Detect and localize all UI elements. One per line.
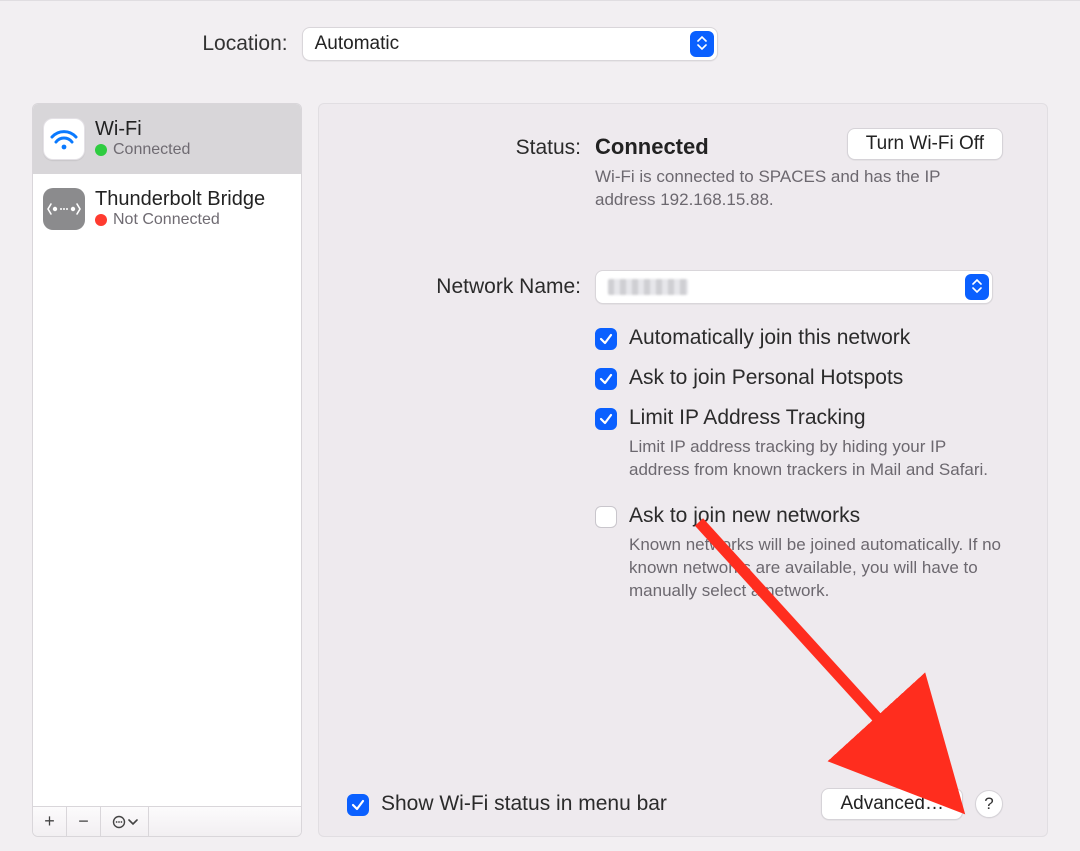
checkbox-icon — [595, 368, 617, 390]
network-preference-pane: Location: Automatic — [0, 0, 1080, 851]
check-description: Known networks will be joined automatica… — [629, 534, 1003, 603]
remove-interface-button[interactable]: − — [67, 807, 101, 836]
help-button[interactable]: ? — [975, 790, 1003, 818]
location-label: Location: — [202, 32, 287, 56]
status-description: Wi-Fi is connected to SPACES and has the… — [595, 166, 1003, 212]
button-label: Advanced… — [840, 793, 944, 815]
sidebar-item-wifi[interactable]: Wi-Fi Connected — [33, 104, 301, 174]
check-label: Limit IP Address Tracking — [629, 406, 866, 429]
sidebar-item-status: Not Connected — [113, 211, 220, 229]
checkbox-group: Automatically join this network Ask to j… — [595, 326, 1003, 603]
status-dot-icon — [95, 214, 107, 226]
status-value: Connected — [595, 134, 709, 159]
main-columns: Wi-Fi Connected — [32, 103, 1048, 837]
limit-ip-check[interactable]: Limit IP Address Tracking Limit IP addre… — [595, 406, 1003, 482]
check-label: Automatically join this network — [629, 326, 910, 350]
chevron-down-icon — [128, 818, 138, 826]
checkbox-icon — [347, 794, 369, 816]
sidebar-item-text: Thunderbolt Bridge Not Connected — [95, 188, 265, 229]
checkbox-icon — [595, 408, 617, 430]
location-select[interactable]: Automatic — [302, 27, 718, 61]
detail-panel: Turn Wi-Fi Off Status: Connected Wi-Fi i… — [318, 103, 1048, 837]
interface-sidebar: Wi-Fi Connected — [32, 103, 302, 837]
add-interface-button[interactable]: + — [33, 807, 67, 836]
sidebar-item-title: Thunderbolt Bridge — [95, 188, 265, 211]
check-description: Limit IP address tracking by hiding your… — [629, 436, 1003, 482]
network-name-label: Network Name: — [359, 275, 581, 299]
minus-icon: − — [78, 811, 89, 832]
sidebar-item-thunderbolt[interactable]: Thunderbolt Bridge Not Connected — [33, 174, 301, 244]
check-label: Ask to join new networks — [629, 504, 860, 527]
hotspots-check[interactable]: Ask to join Personal Hotspots — [595, 366, 1003, 390]
check-label: Ask to join Personal Hotspots — [629, 366, 903, 390]
wifi-icon — [43, 118, 85, 160]
auto-join-check[interactable]: Automatically join this network — [595, 326, 1003, 350]
gear-dots-icon — [112, 815, 126, 829]
advanced-button[interactable]: Advanced… — [821, 788, 963, 820]
sidebar-item-status: Connected — [113, 141, 190, 159]
sidebar-toolbar: + − — [33, 806, 301, 836]
network-name-row: Network Name: — [359, 270, 1003, 304]
button-label: Turn Wi-Fi Off — [866, 133, 984, 155]
checkbox-icon — [595, 328, 617, 350]
status-label: Status: — [359, 136, 581, 160]
sidebar-list: Wi-Fi Connected — [33, 104, 301, 806]
network-name-select[interactable] — [595, 270, 993, 304]
turn-wifi-off-button[interactable]: Turn Wi-Fi Off — [847, 128, 1003, 160]
plus-icon: + — [44, 811, 55, 832]
thunderbolt-bridge-icon — [43, 188, 85, 230]
question-mark-icon: ? — [984, 794, 993, 814]
checkbox-icon — [595, 506, 617, 528]
sidebar-toolbar-spacer — [149, 807, 301, 836]
select-stepper-icon — [965, 274, 989, 300]
location-select-value: Automatic — [315, 33, 399, 55]
show-menu-bar-check[interactable]: Show Wi-Fi status in menu bar — [347, 792, 667, 816]
select-stepper-icon — [690, 31, 714, 57]
bottom-row: Show Wi-Fi status in menu bar Advanced… … — [347, 788, 1003, 820]
ask-new-check[interactable]: Ask to join new networks Known networks … — [595, 504, 1003, 603]
sidebar-item-text: Wi-Fi Connected — [95, 118, 190, 159]
status-dot-icon — [95, 144, 107, 156]
location-row: Location: Automatic — [0, 1, 1080, 87]
sidebar-item-title: Wi-Fi — [95, 118, 190, 141]
check-label: Show Wi-Fi status in menu bar — [381, 792, 667, 816]
network-name-value-redacted — [608, 279, 688, 295]
more-interface-button[interactable] — [101, 807, 149, 836]
